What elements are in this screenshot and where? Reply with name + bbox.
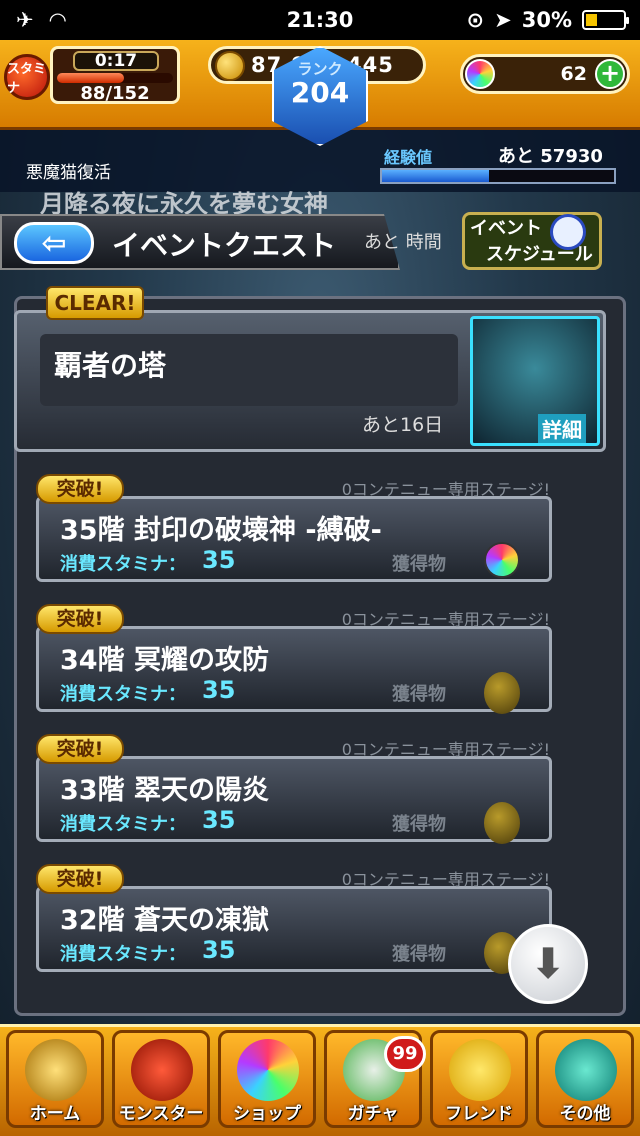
nav-home[interactable]: ホーム	[6, 1030, 104, 1128]
stage-tag: 0コンテニュー専用ステージ!	[341, 870, 550, 889]
reward-label: 獲得物	[392, 814, 446, 835]
exp-next: あと 57930	[498, 146, 603, 167]
stamina-bar	[57, 73, 173, 83]
stage-tag: 0コンテニュー専用ステージ!	[341, 480, 550, 499]
stage-title: 34階 冥耀の攻防	[60, 645, 269, 676]
stage-title: 32階 蒼天の凍獄	[60, 905, 269, 936]
orb-box: 62 +	[460, 54, 630, 94]
tower-name: 覇者の塔	[54, 349, 167, 382]
nav-label: モンスター	[118, 1104, 204, 1124]
tower-remaining-days: あと16日	[362, 414, 444, 436]
nav-label: ホーム	[29, 1104, 81, 1124]
stamina-cost-label: 消費スタミナ：	[60, 554, 186, 575]
shop-icon	[237, 1039, 299, 1101]
nav-label: ガチャ	[347, 1104, 399, 1124]
status-bar: ✈ ◠ 21:30 ⊙ ➤ 30%	[0, 0, 640, 40]
stage-item[interactable]: 突破! 0コンテニュー専用ステージ! 35階 封印の破壊神 -縛破- 消費スタミ…	[34, 470, 554, 582]
orb-count: 62	[560, 63, 587, 85]
status-right: ⊙ ➤ 30%	[466, 8, 629, 32]
reward-label: 獲得物	[392, 684, 446, 705]
stage-item[interactable]: 突破! 0コンテニュー専用ステージ! 34階 冥耀の攻防 消費スタミナ： 35 …	[34, 600, 554, 714]
nav-shop[interactable]: ショップ	[218, 1030, 316, 1128]
gacha-count-badge: 99	[384, 1036, 426, 1072]
stage-item[interactable]: 突破! 0コンテニュー専用ステージ! 33階 翠天の陽炎 消費スタミナ： 35 …	[34, 730, 554, 844]
battery-icon	[582, 10, 629, 30]
location-icon: ➤	[494, 8, 512, 32]
monster-icon	[131, 1039, 193, 1101]
stamina-fill	[57, 73, 125, 83]
current-quest-name: 悪魔猫復活	[26, 163, 111, 183]
detail-button[interactable]: 詳細	[538, 414, 586, 443]
stamina-count: 88/152	[80, 83, 150, 104]
exp-bar	[380, 168, 616, 184]
reward-label: 獲得物	[392, 554, 446, 575]
stage-tag: 0コンテニュー専用ステージ!	[341, 740, 550, 759]
gold-coin-icon	[215, 51, 245, 81]
scroll-down-button[interactable]: ⬇	[508, 924, 588, 1004]
stamina-icon: スタミナ	[4, 54, 50, 100]
lock-rotation-icon: ⊙	[466, 8, 485, 32]
back-button[interactable]: ⇦	[14, 222, 94, 264]
event-banner-text: 月降る夜に永久を夢む女神	[40, 190, 328, 218]
back-arrow-icon: ⇦	[41, 225, 67, 261]
stamina-cost-label: 消費スタミナ：	[60, 814, 186, 835]
stage-list: 突破! 0コンテニュー専用ステージ! 35階 封印の破壊神 -縛破- 消費スタミ…	[34, 470, 594, 1000]
stage-title: 35階 封印の破壊神 -縛破-	[60, 515, 382, 546]
stamina-cost-value: 35	[202, 546, 236, 574]
exp-label: 経験値	[384, 148, 433, 167]
other-icon	[555, 1039, 617, 1101]
nav-label: ショップ	[233, 1104, 301, 1124]
cleared-badge: 突破!	[36, 864, 124, 894]
friend-icon	[449, 1039, 511, 1101]
page-title: イベントクエスト	[112, 229, 337, 262]
home-icon	[25, 1039, 87, 1101]
stamina-cost-label: 消費スタミナ：	[60, 684, 186, 705]
event-remaining-time: あと 時間	[364, 232, 442, 253]
egg-reward-icon	[484, 672, 520, 714]
stage-item[interactable]: 突破! 0コンテニュー専用ステージ! 32階 蒼天の凍獄 消費スタミナ： 35 …	[34, 860, 554, 974]
download-arrow-icon: ⬇	[530, 939, 566, 988]
battery-fill	[586, 14, 597, 26]
add-orb-button[interactable]: +	[595, 59, 625, 89]
exp-fill	[382, 170, 489, 182]
rank-value: 204	[290, 76, 350, 109]
battery-percent: 30%	[521, 8, 572, 32]
cleared-badge: 突破!	[36, 604, 124, 634]
egg-reward-icon	[484, 802, 520, 844]
stage-tag: 0コンテニュー専用ステージ!	[341, 610, 550, 629]
nav-label: フレンド	[445, 1104, 513, 1124]
stage-title: 33階 翠天の陽炎	[60, 775, 269, 806]
cleared-badge: 突破!	[36, 734, 124, 764]
stamina-cost-value: 35	[202, 676, 236, 704]
clear-badge: CLEAR!	[46, 286, 144, 320]
reward-label: 獲得物	[392, 944, 446, 965]
stamina-cost-label: 消費スタミナ：	[60, 944, 186, 965]
stamina-box[interactable]: 0:17 88/152	[50, 46, 180, 104]
schedule-label-line2: スケジュール	[486, 244, 593, 265]
nav-monster[interactable]: モンスター	[112, 1030, 210, 1128]
cleared-badge: 突破!	[36, 474, 124, 504]
nav-other[interactable]: その他	[536, 1030, 634, 1128]
nav-friend[interactable]: フレンド	[430, 1030, 528, 1128]
orb-icon	[465, 59, 495, 89]
stamina-timer: 0:17	[73, 51, 159, 71]
nav-label: その他	[559, 1104, 611, 1124]
stamina-cost-value: 35	[202, 936, 236, 964]
orb-reward-icon	[484, 542, 520, 578]
stamina-cost-value: 35	[202, 806, 236, 834]
schedule-label-line1: イベント	[470, 218, 542, 239]
